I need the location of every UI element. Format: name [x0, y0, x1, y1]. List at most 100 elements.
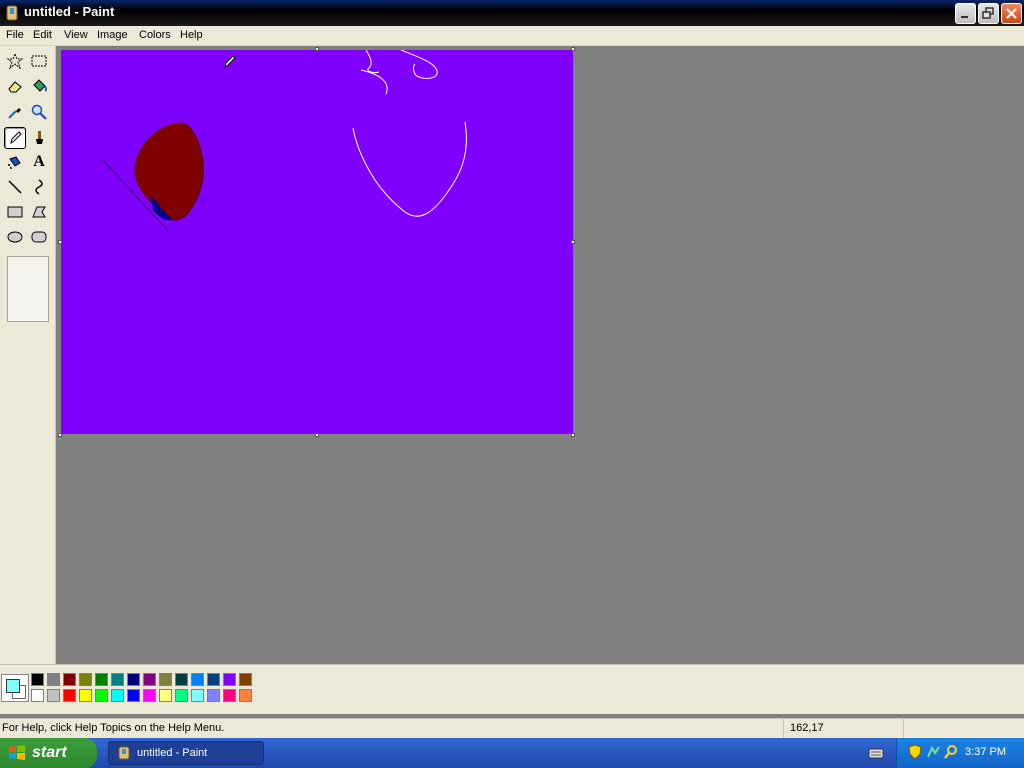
palette-swatch[interactable] [239, 689, 252, 702]
rect-select-icon [31, 55, 47, 67]
palette-swatch[interactable] [31, 689, 44, 702]
text-tool[interactable]: A [28, 151, 50, 173]
keyboard-icon[interactable] [868, 746, 884, 760]
palette-swatch[interactable] [31, 673, 44, 686]
menu-view[interactable]: View [60, 28, 92, 42]
palette-swatch[interactable] [79, 673, 92, 686]
palette-swatch[interactable] [47, 689, 60, 702]
palette-swatch[interactable] [239, 673, 252, 686]
status-bar: For Help, click Help Topics on the Help … [0, 718, 1024, 739]
minimize-button[interactable] [955, 3, 976, 24]
fill-with-color-tool[interactable] [28, 75, 50, 97]
palette-swatch[interactable] [143, 673, 156, 686]
system-tray: 3:37 PM [896, 738, 1024, 768]
curve-icon [35, 179, 43, 195]
palette-swatch[interactable] [191, 689, 204, 702]
title-bar[interactable]: untitled - Paint [0, 0, 1024, 26]
status-help-text: For Help, click Help Topics on the Help … [2, 722, 225, 734]
palette-swatch[interactable] [47, 673, 60, 686]
star-select-icon [6, 52, 24, 70]
palette-swatch[interactable] [159, 689, 172, 702]
menu-file[interactable]: File [2, 28, 28, 42]
canvas-drawing [100, 49, 467, 233]
pencil-tool[interactable] [4, 127, 26, 149]
line-icon [8, 180, 22, 194]
palette-swatch[interactable] [95, 689, 108, 702]
rectangle-tool[interactable] [4, 201, 26, 223]
canvas-handle-right[interactable] [571, 240, 575, 244]
eraser-tool[interactable] [4, 75, 26, 97]
foreground-color-swatch [6, 679, 20, 693]
pick-color-tool[interactable] [4, 101, 26, 123]
canvas-handle-top-right[interactable] [571, 47, 575, 51]
palette-swatch[interactable] [63, 689, 76, 702]
palette-swatch[interactable] [63, 673, 76, 686]
ellipse-icon [7, 231, 23, 243]
taskbar-paint-label: untitled - Paint [137, 747, 208, 759]
status-coordinates: 162,17 [783, 719, 903, 739]
palette-swatch[interactable] [79, 689, 92, 702]
eyedropper-icon [8, 108, 21, 119]
search-icon[interactable] [943, 744, 959, 760]
palette-swatch[interactable] [207, 673, 220, 686]
paint-app-icon[interactable] [4, 5, 20, 21]
palette-swatch[interactable] [223, 673, 236, 686]
taskbar-paint-button[interactable]: untitled - Paint [108, 741, 264, 765]
paint-window: untitled - Paint File Edit View Image Co… [0, 0, 1024, 768]
eraser-icon [8, 81, 22, 93]
brush-tool[interactable] [28, 127, 50, 149]
palette-swatch[interactable] [191, 673, 204, 686]
restore-button[interactable] [978, 3, 999, 24]
canvas-handle-top[interactable] [315, 47, 319, 51]
canvas-handle-bottom-right[interactable] [571, 433, 575, 437]
windows-logo-icon [9, 745, 25, 760]
palette-swatch[interactable] [111, 689, 124, 702]
canvas-handle-bottom-left[interactable] [58, 433, 62, 437]
rounded-rect-icon [31, 231, 47, 243]
menu-edit[interactable]: Edit [29, 28, 56, 42]
rounded-rectangle-tool[interactable] [28, 226, 50, 248]
start-button[interactable]: start [0, 738, 97, 768]
rectangle-icon [7, 206, 23, 218]
current-colors[interactable] [1, 674, 29, 702]
palette-swatch[interactable] [111, 673, 124, 686]
palette-swatch[interactable] [127, 673, 140, 686]
taskbar: start untitled - Paint 3:37 PM [0, 738, 1024, 768]
drawing-canvas[interactable] [61, 49, 573, 434]
restore-icon [982, 7, 994, 19]
line-tool[interactable] [4, 176, 26, 198]
security-shield-icon[interactable] [907, 744, 923, 760]
canvas-handle-bottom[interactable] [315, 433, 319, 437]
status-size-pane [903, 719, 1024, 739]
close-button[interactable] [1001, 3, 1022, 24]
airbrush-icon [8, 156, 21, 169]
window-title: untitled - Paint [24, 4, 115, 19]
palette-swatch[interactable] [95, 673, 108, 686]
palette-swatch[interactable] [223, 689, 236, 702]
network-icon[interactable] [925, 744, 941, 760]
toolbox: A [0, 46, 56, 664]
menu-image[interactable]: Image [93, 28, 132, 42]
ellipse-tool[interactable] [4, 226, 26, 248]
palette-swatch[interactable] [207, 689, 220, 702]
system-clock[interactable]: 3:37 PM [965, 746, 1006, 758]
close-icon [1006, 8, 1017, 19]
airbrush-tool[interactable] [4, 151, 26, 173]
palette-swatch[interactable] [175, 689, 188, 702]
palette-swatch[interactable] [127, 689, 140, 702]
palette-swatch[interactable] [175, 673, 188, 686]
tool-options-box[interactable] [7, 256, 49, 322]
menu-help[interactable]: Help [176, 28, 207, 42]
text-a-icon: A [33, 153, 45, 170]
free-form-select-tool[interactable] [4, 50, 26, 72]
menu-colors[interactable]: Colors [135, 28, 175, 42]
palette-swatch[interactable] [143, 689, 156, 702]
minimize-icon [961, 16, 968, 18]
palette-swatch[interactable] [159, 673, 172, 686]
curve-tool[interactable] [28, 176, 50, 198]
magnifier-tool[interactable] [28, 101, 50, 123]
magnifier-icon [31, 104, 47, 120]
canvas-handle-left[interactable] [58, 240, 62, 244]
polygon-tool[interactable] [28, 201, 50, 223]
select-tool[interactable] [28, 50, 50, 72]
